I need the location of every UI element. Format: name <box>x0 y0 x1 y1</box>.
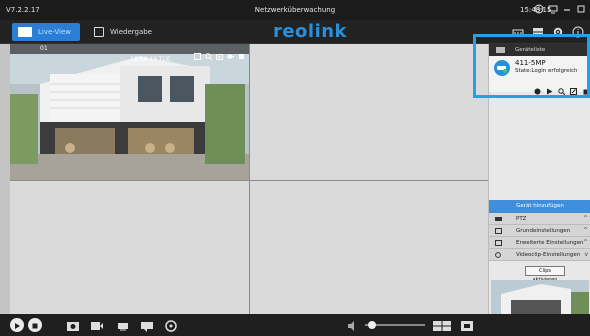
accordion-advanced-label: Erweiterte Einstellungen <box>516 240 584 246</box>
bottom-toolbar <box>0 314 590 336</box>
device-highlight-frame <box>473 34 590 98</box>
volume-slider-handle[interactable] <box>368 321 376 329</box>
play-all-icon[interactable] <box>10 318 24 332</box>
grid-divider-vertical <box>249 44 250 314</box>
add-device-button[interactable]: Gerät hinzufügen <box>489 200 590 213</box>
chevron-up-icon: ^ <box>582 227 588 234</box>
accordion-advanced-settings[interactable]: Erweiterte Einstellungen ^ <box>489 237 590 249</box>
stop-icon[interactable] <box>238 45 245 59</box>
video-cell-2[interactable] <box>250 44 488 180</box>
advanced-settings-icon <box>495 240 502 246</box>
ptz-icon <box>495 216 502 222</box>
tab-playback-label: Wiedergabe <box>109 28 152 36</box>
record-icon[interactable] <box>227 45 234 59</box>
tab-playback[interactable]: Wiedergabe <box>88 23 158 41</box>
video-cell-4[interactable] <box>250 181 488 314</box>
talk-icon[interactable] <box>116 318 130 332</box>
accordion-videoclip-settings[interactable]: Videoclip-Einstellungen v <box>489 249 590 261</box>
grid-left-strip <box>0 44 10 314</box>
camera-tools <box>194 45 245 61</box>
videoclip-icon <box>495 252 502 258</box>
screen-icon[interactable] <box>548 4 558 14</box>
accordion-ptz-label: PTZ <box>516 216 527 222</box>
grid-divider-horizontal <box>10 180 488 181</box>
accordion-basic-label: Grundeinstellungen <box>516 228 571 234</box>
chevron-down-icon: v <box>584 251 588 258</box>
message-icon[interactable] <box>140 318 154 332</box>
film-icon <box>94 27 104 37</box>
layout-select-icon[interactable] <box>432 318 452 332</box>
volume-icon[interactable] <box>347 318 357 332</box>
camera-snapshot-icon[interactable] <box>66 318 80 332</box>
brand-logo: reolink <box>272 21 348 42</box>
accordion-videoclip-label: Videoclip-Einstellungen <box>516 252 581 258</box>
accordion-basic-settings[interactable]: Grundeinstellungen ^ <box>489 225 590 237</box>
chevron-up-icon: ^ <box>582 215 588 222</box>
window-title: Netzwerküberwachung <box>254 6 336 14</box>
video-grid: 01 12:48:13 TUE <box>0 44 488 314</box>
zoom-icon[interactable] <box>205 45 213 61</box>
enable-clips-button[interactable]: Clips aktivieren <box>525 266 565 283</box>
app-window: V7.2.2.17 Netzwerküberwachung 15:48:15 L… <box>0 0 590 336</box>
title-bar: V7.2.2.17 Netzwerküberwachung 15:48:15 <box>0 0 590 20</box>
language-icon[interactable] <box>534 4 544 14</box>
basic-settings-icon <box>495 228 502 234</box>
snapshot-icon[interactable] <box>216 45 223 60</box>
stop-all-icon[interactable] <box>28 318 42 332</box>
video-cell-1[interactable]: 01 12:48:13 TUE <box>10 44 249 180</box>
monitor-icon <box>18 27 32 37</box>
maximize-icon[interactable] <box>576 4 586 14</box>
chevron-up-icon: ^ <box>582 239 588 246</box>
grid-icon[interactable] <box>194 45 201 60</box>
camera-toolbar: 01 <box>10 44 249 61</box>
tab-live-view-label: Live-View <box>38 28 72 36</box>
minimize-icon[interactable] <box>562 4 572 14</box>
channel-label: 01 <box>40 45 48 52</box>
video-record-icon[interactable] <box>90 318 104 332</box>
camera-timestamp: 12:48:13 TUE <box>130 56 171 63</box>
tab-live-view[interactable]: Live-View <box>12 23 80 41</box>
clip-thumbnail[interactable] <box>491 280 589 314</box>
ptz-control-icon[interactable] <box>164 318 178 332</box>
camera-feed-image <box>10 44 249 180</box>
video-cell-3[interactable] <box>10 181 249 314</box>
accordion-ptz[interactable]: PTZ ^ <box>489 213 590 225</box>
fullscreen-icon[interactable] <box>460 318 474 332</box>
window-controls <box>534 4 586 14</box>
